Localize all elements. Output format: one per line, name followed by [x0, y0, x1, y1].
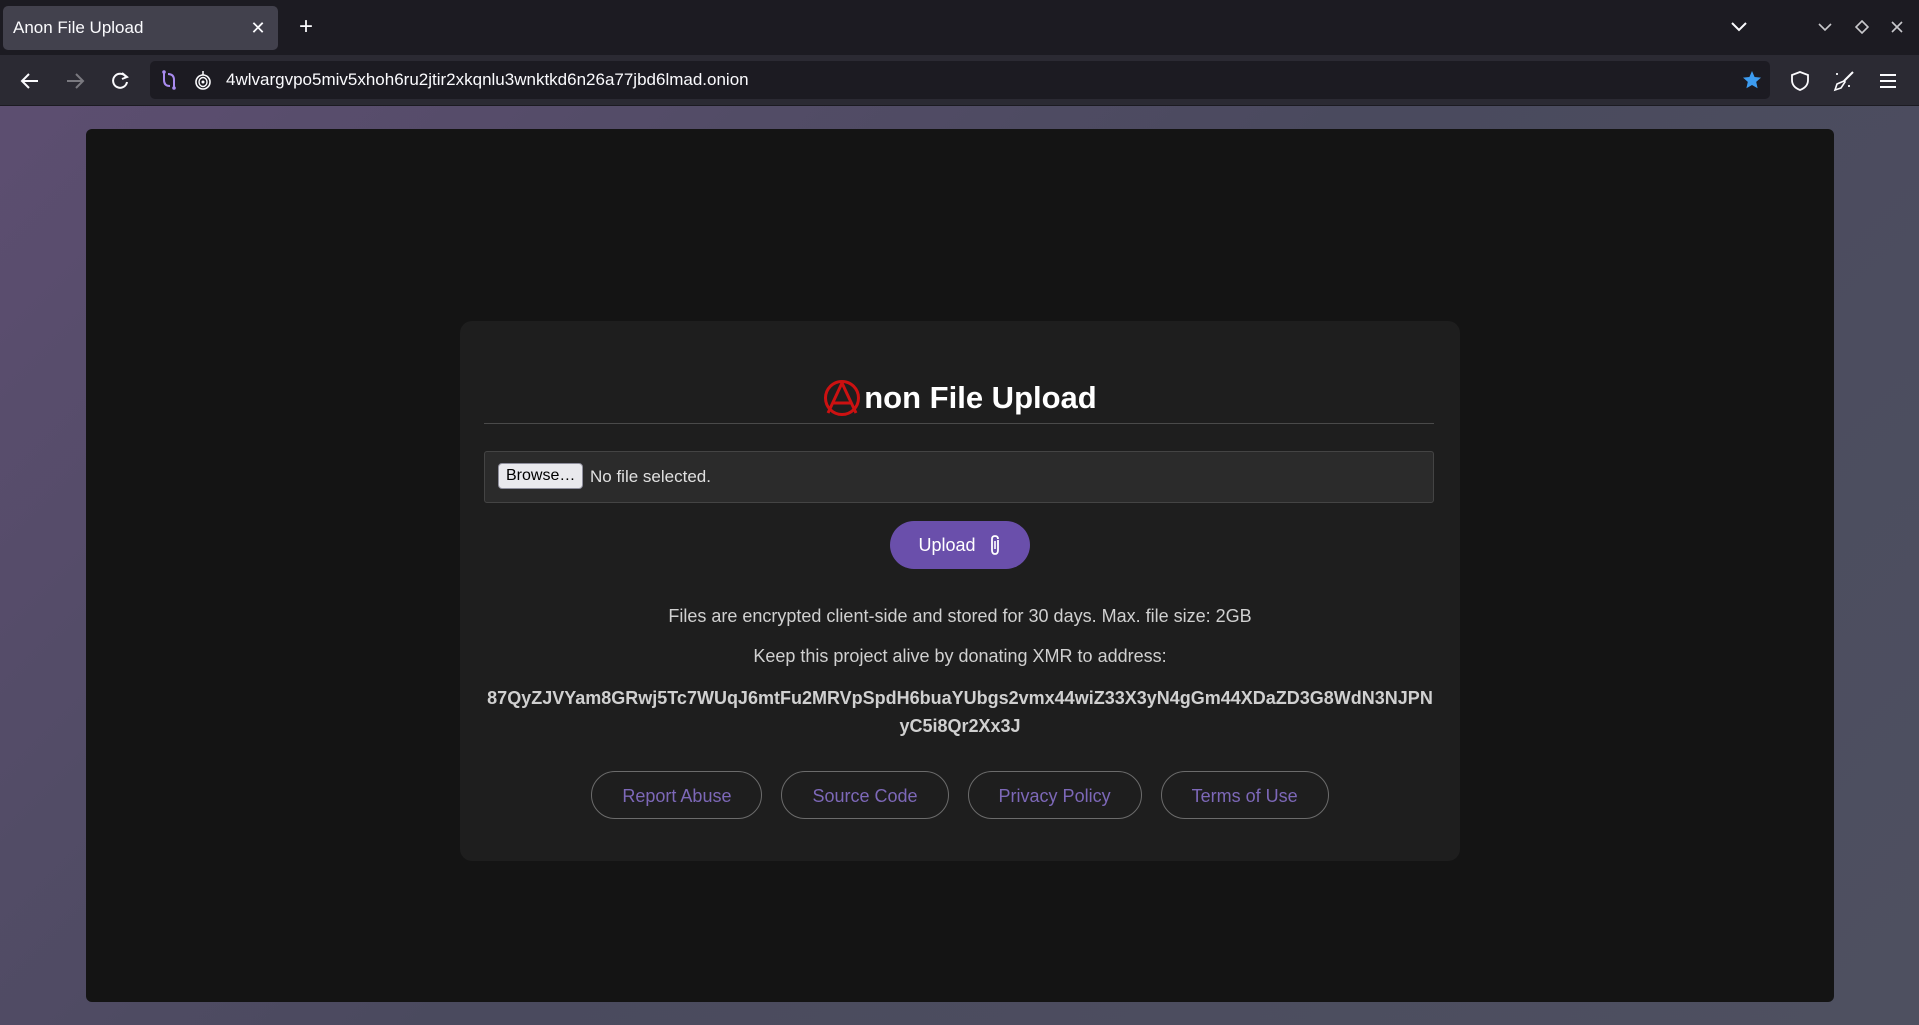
file-status-text: No file selected. — [590, 467, 711, 486]
onion-icon[interactable] — [191, 68, 215, 92]
info-text: Files are encrypted client-side and stor… — [668, 606, 1252, 626]
upload-button-label: Upload — [918, 534, 976, 555]
upload-button[interactable]: Upload — [890, 521, 1030, 569]
upload-card: non File Upload Browse… No file selected… — [460, 321, 1460, 861]
privacy-policy-link[interactable]: Privacy Policy — [967, 771, 1142, 819]
tab-bar: Anon File Upload ✕ + — [0, 0, 1919, 55]
page-title: non File Upload — [484, 373, 1436, 423]
paperclip-icon — [988, 534, 1002, 556]
maximize-icon[interactable] — [1851, 16, 1873, 38]
window-close-icon[interactable] — [1886, 16, 1908, 38]
minimize-icon[interactable] — [1814, 16, 1836, 38]
title-divider — [484, 423, 1434, 424]
browser-tab-active[interactable]: Anon File Upload ✕ — [3, 6, 278, 50]
tab-close-icon[interactable]: ✕ — [248, 18, 268, 38]
list-all-tabs-icon[interactable] — [1726, 14, 1752, 40]
tab-title: Anon File Upload — [13, 18, 144, 37]
page-title-text: non File Upload — [864, 380, 1097, 415]
hamburger-menu-icon[interactable] — [1874, 67, 1902, 95]
reload-icon[interactable] — [106, 67, 134, 95]
browse-button[interactable]: Browse… — [498, 463, 584, 489]
forward-icon[interactable] — [61, 67, 89, 95]
footer-links: Report Abuse Source Code Privacy Policy … — [460, 771, 1460, 821]
report-abuse-link[interactable]: Report Abuse — [591, 771, 763, 819]
url-text[interactable]: 4wlvargvpo5miv5xhoh6ru2jtir2xkqnlu3wnktk… — [226, 70, 749, 90]
tor-circuit-icon[interactable] — [156, 67, 182, 93]
new-identity-broom-icon[interactable] — [1830, 67, 1858, 95]
url-bar[interactable]: 4wlvargvpo5miv5xhoh6ru2jtir2xkqnlu3wnktk… — [150, 61, 1770, 99]
page-content: non File Upload Browse… No file selected… — [86, 129, 1834, 1002]
shield-icon[interactable] — [1786, 67, 1814, 95]
anarchy-a-icon — [823, 379, 861, 417]
xmr-address: 87QyZJVYam8GRwj5Tc7WUqJ6mtFu2MRVpSpdH6bu… — [487, 688, 1433, 736]
navigation-toolbar: 4wlvargvpo5miv5xhoh6ru2jtir2xkqnlu3wnktk… — [0, 55, 1919, 106]
back-icon[interactable] — [16, 67, 44, 95]
terms-of-use-link[interactable]: Terms of Use — [1160, 771, 1329, 819]
source-code-link[interactable]: Source Code — [781, 771, 949, 819]
new-tab-icon[interactable]: + — [292, 14, 320, 42]
donate-text: Keep this project alive by donating XMR … — [753, 646, 1167, 666]
file-input[interactable]: Browse… No file selected. — [484, 451, 1434, 503]
bookmark-star-icon[interactable] — [1740, 68, 1764, 92]
